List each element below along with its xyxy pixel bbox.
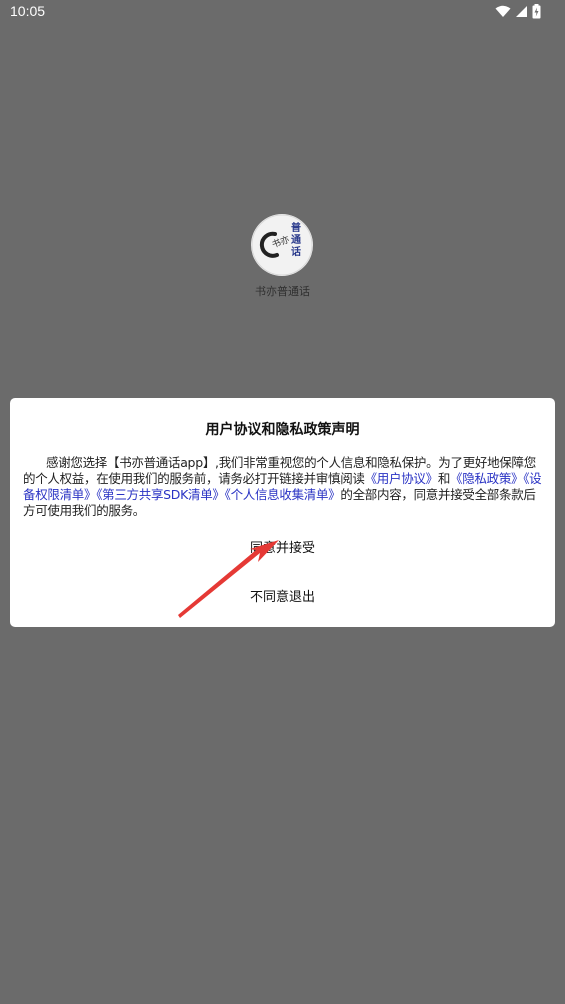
wifi-icon	[495, 5, 511, 18]
dialog-body: 感谢您选择【书亦普通话app】,我们非常重视您的个人信息和隐私保护。为了更好地保…	[23, 455, 544, 519]
agree-button[interactable]: 同意并接受	[10, 537, 555, 556]
body-text-and: 和	[437, 471, 451, 486]
status-bar: 10:05	[0, 0, 565, 24]
status-time: 10:05	[10, 3, 46, 19]
app-logo-icon: 书亦 普通话	[251, 214, 313, 276]
link-user-agreement[interactable]: 《用户协议》	[365, 471, 439, 486]
app-name: 书亦普通话	[255, 285, 310, 298]
dialog-title: 用户协议和隐私政策声明	[205, 422, 360, 438]
battery-icon	[532, 4, 541, 19]
logo-text: 普通话	[291, 223, 301, 258]
disagree-exit-button[interactable]: 不同意退出	[10, 586, 555, 605]
privacy-dialog: 用户协议和隐私政策声明 感谢您选择【书亦普通话app】,我们非常重视您的个人信息…	[10, 398, 555, 627]
signal-icon	[515, 5, 528, 18]
link-third-party-sdk[interactable]: 《第三方共享SDK清单》	[96, 487, 225, 502]
link-personal-info[interactable]: 《个人信息收集清单》	[225, 487, 341, 502]
link-privacy-policy[interactable]: 《隐私政策》	[450, 471, 524, 486]
status-icons	[495, 4, 541, 19]
